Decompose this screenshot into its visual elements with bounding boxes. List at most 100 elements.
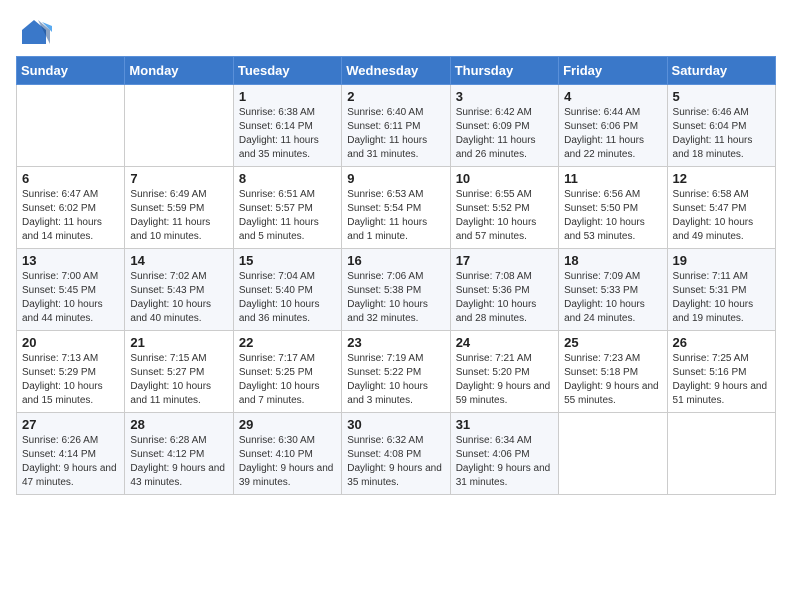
day-header: Sunday [17,57,125,85]
cell-content: Sunrise: 6:49 AMSunset: 5:59 PMDaylight:… [130,188,227,244]
day-number: 25 [564,335,661,350]
calendar-cell: 15 Sunrise: 7:04 AMSunset: 5:40 PMDayligh… [233,249,341,331]
day-number: 1 [239,89,336,104]
day-number: 13 [22,253,119,268]
cell-content: Sunrise: 6:47 AMSunset: 6:02 PMDaylight:… [22,188,119,244]
cell-content: Sunrise: 7:06 AMSunset: 5:38 PMDaylight:… [347,270,444,326]
calendar-cell: 24 Sunrise: 7:21 AMSunset: 5:20 PMDayligh… [450,331,558,413]
cell-content: Sunrise: 7:15 AMSunset: 5:27 PMDaylight:… [130,352,227,408]
day-header: Tuesday [233,57,341,85]
day-number: 6 [22,171,119,186]
day-header: Friday [559,57,667,85]
cell-content: Sunrise: 6:53 AMSunset: 5:54 PMDaylight:… [347,188,444,244]
calendar-cell: 13 Sunrise: 7:00 AMSunset: 5:45 PMDayligh… [17,249,125,331]
calendar-cell: 14 Sunrise: 7:02 AMSunset: 5:43 PMDayligh… [125,249,233,331]
cell-content: Sunrise: 7:09 AMSunset: 5:33 PMDaylight:… [564,270,661,326]
cell-content: Sunrise: 6:32 AMSunset: 4:08 PMDaylight:… [347,434,444,490]
calendar-cell: 10 Sunrise: 6:55 AMSunset: 5:52 PMDayligh… [450,167,558,249]
day-number: 24 [456,335,553,350]
calendar-cell: 25 Sunrise: 7:23 AMSunset: 5:18 PMDayligh… [559,331,667,413]
day-number: 8 [239,171,336,186]
calendar-cell: 28Sunrise: 6:28 AMSunset: 4:12 PMDayligh… [125,413,233,495]
cell-content: Sunrise: 7:17 AMSunset: 5:25 PMDaylight:… [239,352,336,408]
logo-icon [16,16,52,52]
cell-content: Sunrise: 6:26 AMSunset: 4:14 PMDaylight:… [22,434,119,490]
calendar-week-row: 27 Sunrise: 6:26 AMSunset: 4:14 PMDayligh… [17,413,776,495]
calendar-week-row: 13 Sunrise: 7:00 AMSunset: 5:45 PMDayligh… [17,249,776,331]
day-number: 12 [673,171,770,186]
calendar-cell: 5Sunrise: 6:46 AMSunset: 6:04 PMDaylight… [667,85,775,167]
cell-content: Sunrise: 7:21 AMSunset: 5:20 PMDaylight:… [456,352,553,408]
calendar-cell: 2 Sunrise: 6:40 AMSunset: 6:11 PMDaylight… [342,85,450,167]
calendar-table: SundayMondayTuesdayWednesdayThursdayFrid… [16,56,776,495]
cell-content: Sunrise: 6:55 AMSunset: 5:52 PMDaylight:… [456,188,553,244]
calendar-cell: 22 Sunrise: 7:17 AMSunset: 5:25 PMDayligh… [233,331,341,413]
calendar-cell: 21 Sunrise: 7:15 AMSunset: 5:27 PMDayligh… [125,331,233,413]
calendar-cell: 26 Sunrise: 7:25 AMSunset: 5:16 PMDayligh… [667,331,775,413]
cell-content: Sunrise: 7:19 AMSunset: 5:22 PMDaylight:… [347,352,444,408]
cell-content: Sunrise: 6:40 AMSunset: 6:11 PMDaylight:… [347,106,444,162]
day-number: 17 [456,253,553,268]
calendar-page: SundayMondayTuesdayWednesdayThursdayFrid… [0,0,792,511]
calendar-cell: 19Sunrise: 7:11 AMSunset: 5:31 PMDayligh… [667,249,775,331]
day-header: Wednesday [342,57,450,85]
cell-content: Sunrise: 7:00 AMSunset: 5:45 PMDaylight:… [22,270,119,326]
day-number: 14 [130,253,227,268]
calendar-cell: 18Sunrise: 7:09 AMSunset: 5:33 PMDayligh… [559,249,667,331]
calendar-cell [125,85,233,167]
header [16,10,776,52]
cell-content: Sunrise: 6:58 AMSunset: 5:47 PMDaylight:… [673,188,770,244]
cell-content: Sunrise: 6:51 AMSunset: 5:57 PMDaylight:… [239,188,336,244]
cell-content: Sunrise: 6:30 AMSunset: 4:10 PMDaylight:… [239,434,336,490]
calendar-cell [667,413,775,495]
day-number: 31 [456,417,553,432]
day-header: Saturday [667,57,775,85]
day-number: 5 [673,89,770,104]
calendar-cell: 7 Sunrise: 6:49 AMSunset: 5:59 PMDaylight… [125,167,233,249]
cell-content: Sunrise: 7:04 AMSunset: 5:40 PMDaylight:… [239,270,336,326]
calendar-cell: 17Sunrise: 7:08 AMSunset: 5:36 PMDayligh… [450,249,558,331]
cell-content: Sunrise: 7:25 AMSunset: 5:16 PMDaylight:… [673,352,770,408]
cell-content: Sunrise: 6:34 AMSunset: 4:06 PMDaylight:… [456,434,553,490]
day-number: 10 [456,171,553,186]
calendar-cell: 30 Sunrise: 6:32 AMSunset: 4:08 PMDayligh… [342,413,450,495]
calendar-cell: 29 Sunrise: 6:30 AMSunset: 4:10 PMDayligh… [233,413,341,495]
calendar-cell: 20Sunrise: 7:13 AMSunset: 5:29 PMDayligh… [17,331,125,413]
cell-content: Sunrise: 7:11 AMSunset: 5:31 PMDaylight:… [673,270,770,326]
day-number: 27 [22,417,119,432]
calendar-cell: 1 Sunrise: 6:38 AMSunset: 6:14 PMDaylight… [233,85,341,167]
cell-content: Sunrise: 7:23 AMSunset: 5:18 PMDaylight:… [564,352,661,408]
day-header: Monday [125,57,233,85]
header-row: SundayMondayTuesdayWednesdayThursdayFrid… [17,57,776,85]
cell-content: Sunrise: 6:44 AMSunset: 6:06 PMDaylight:… [564,106,661,162]
day-number: 29 [239,417,336,432]
day-number: 30 [347,417,444,432]
calendar-cell: 9Sunrise: 6:53 AMSunset: 5:54 PMDaylight… [342,167,450,249]
day-number: 21 [130,335,227,350]
day-number: 23 [347,335,444,350]
calendar-cell: 8 Sunrise: 6:51 AMSunset: 5:57 PMDaylight… [233,167,341,249]
calendar-cell: 4 Sunrise: 6:44 AMSunset: 6:06 PMDaylight… [559,85,667,167]
day-number: 22 [239,335,336,350]
day-header: Thursday [450,57,558,85]
calendar-cell: 6 Sunrise: 6:47 AMSunset: 6:02 PMDaylight… [17,167,125,249]
calendar-cell: 11Sunrise: 6:56 AMSunset: 5:50 PMDayligh… [559,167,667,249]
day-number: 4 [564,89,661,104]
day-number: 26 [673,335,770,350]
day-number: 7 [130,171,227,186]
calendar-cell: 12 Sunrise: 6:58 AMSunset: 5:47 PMDayligh… [667,167,775,249]
cell-content: Sunrise: 7:13 AMSunset: 5:29 PMDaylight:… [22,352,119,408]
day-number: 11 [564,171,661,186]
day-number: 28 [130,417,227,432]
calendar-week-row: 1 Sunrise: 6:38 AMSunset: 6:14 PMDaylight… [17,85,776,167]
cell-content: Sunrise: 6:42 AMSunset: 6:09 PMDaylight:… [456,106,553,162]
calendar-cell: 31 Sunrise: 6:34 AMSunset: 4:06 PMDayligh… [450,413,558,495]
calendar-cell [559,413,667,495]
logo [16,16,56,52]
day-number: 2 [347,89,444,104]
calendar-cell [17,85,125,167]
cell-content: Sunrise: 7:02 AMSunset: 5:43 PMDaylight:… [130,270,227,326]
cell-content: Sunrise: 6:38 AMSunset: 6:14 PMDaylight:… [239,106,336,162]
calendar-week-row: 6 Sunrise: 6:47 AMSunset: 6:02 PMDaylight… [17,167,776,249]
day-number: 15 [239,253,336,268]
